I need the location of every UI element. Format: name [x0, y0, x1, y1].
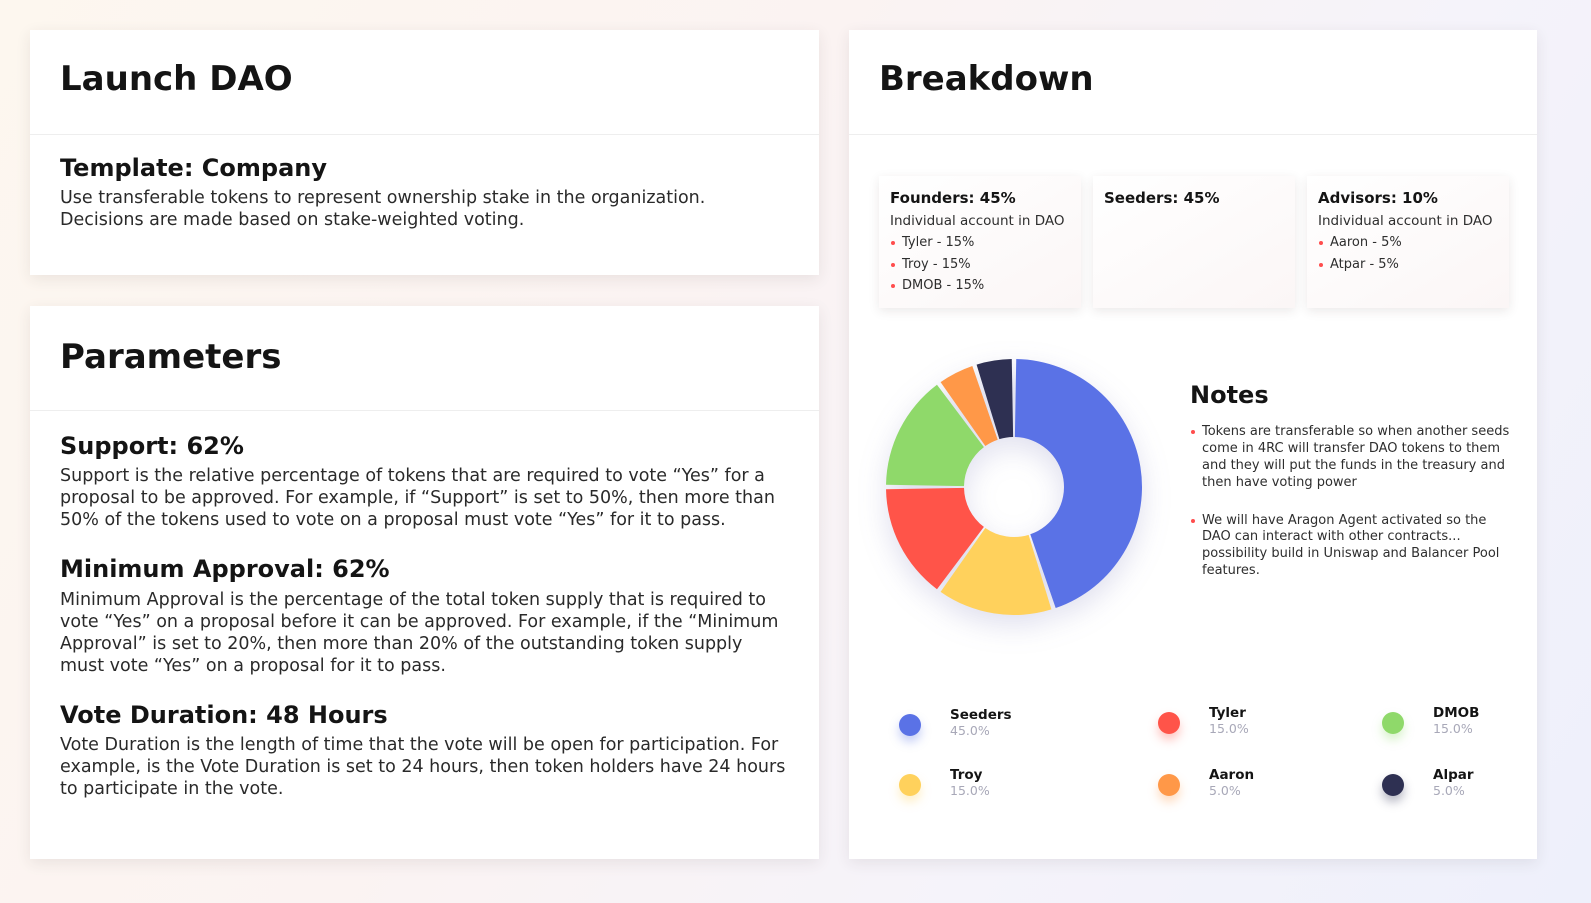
param-vote-duration: Vote Duration: 48 Hours Vote Duration is…	[60, 700, 789, 800]
allocation-item-label: Tyler - 15%	[902, 235, 975, 250]
allocation-item-label: Atpar - 5%	[1330, 256, 1399, 272]
allocation-list: Tyler - 15% Troy - 15% DMOB - 15%	[890, 232, 1070, 297]
param-support: Support: 62% Support is the relative per…	[60, 433, 789, 531]
legend-item-alpar: Alpar 5.0%	[1382, 766, 1562, 806]
param-title: Vote Duration: 48 Hours	[60, 700, 388, 729]
legend-value: 5.0%	[1433, 783, 1465, 798]
param-description: Minimum Approval is the percentage of th…	[60, 589, 779, 676]
allocation-item: Aaron - 5%	[1318, 232, 1498, 254]
allocation-item-label: Troy - 15%	[902, 256, 971, 272]
legend-label: Seeders	[950, 707, 1012, 723]
legend-value: 45.0%	[950, 723, 990, 738]
legend-color-dot	[1382, 712, 1404, 734]
note-text: Tokens are transferable so when another …	[1202, 424, 1510, 490]
allocation-title: Seeders: 45%	[1104, 189, 1220, 207]
allocation-list: Aaron - 5% Atpar - 5%	[1318, 232, 1498, 275]
legend-item-aaron: Aaron 5.0%	[1158, 766, 1338, 806]
legend-label: Troy	[950, 767, 983, 783]
param-description: Vote Duration is the length of time that…	[60, 735, 786, 800]
bullet-icon	[891, 284, 895, 288]
bullet-icon	[1319, 241, 1323, 245]
note-item: Tokens are transferable so when another …	[1190, 424, 1510, 491]
allocation-card-founders: Founders: 45% Individual account in DAO …	[879, 176, 1081, 308]
allocation-card-advisors: Advisors: 10% Individual account in DAO …	[1307, 176, 1509, 308]
bullet-icon	[1319, 262, 1323, 267]
allocation-item-label: DMOB - 15%	[902, 278, 985, 293]
legend-item-troy: Troy 15.0%	[899, 766, 1079, 806]
legend-color-dot	[899, 774, 921, 796]
legend-color-dot	[899, 714, 921, 736]
legend-value: 5.0%	[1209, 783, 1241, 798]
bullet-icon	[891, 262, 895, 267]
parameters-list: Support: 62% Support is the relative per…	[30, 411, 819, 800]
template-description: Use transferable tokens to represent own…	[60, 188, 706, 231]
param-title: Minimum Approval: 62%	[60, 555, 390, 584]
param-description: Support is the relative percentage of to…	[60, 466, 775, 531]
donut-chart-svg	[886, 359, 1142, 615]
legend-value: 15.0%	[1209, 721, 1249, 736]
legend-color-dot	[1158, 774, 1180, 796]
template-section: Template: Company Use transferable token…	[30, 135, 819, 231]
breakdown-header: Breakdown	[849, 30, 1537, 135]
notes-title: Notes	[1190, 381, 1269, 409]
param-minimum-approval: Minimum Approval: 62% Minimum Approval i…	[60, 556, 789, 676]
allocation-item-label: Aaron - 5%	[1330, 235, 1402, 250]
param-title: Support: 62%	[60, 432, 244, 460]
legend-label: Aaron	[1209, 767, 1255, 783]
breakdown-title: Breakdown	[879, 59, 1094, 99]
legend-label: Tyler	[1209, 705, 1246, 721]
note-text: We will have Aragon Agent activated so t…	[1202, 512, 1500, 578]
legend-value: 15.0%	[1433, 721, 1473, 736]
legend-color-dot	[1158, 712, 1180, 734]
launch-dao-header: Launch DAO	[30, 30, 819, 135]
allocation-title: Founders: 45%	[890, 189, 1016, 207]
template-title: Template: Company	[60, 154, 327, 182]
legend-value: 15.0%	[950, 783, 990, 798]
note-item: We will have Aragon Agent activated so t…	[1190, 513, 1510, 580]
allocation-subtitle: Individual account in DAO	[1318, 213, 1493, 229]
notes-section: Notes Tokens are transferable so when an…	[1190, 382, 1510, 601]
legend-item-dmob: DMOB 15.0%	[1382, 704, 1562, 744]
legend-color-dot	[1382, 774, 1404, 796]
legend-label: Alpar	[1433, 767, 1474, 783]
allocation-card-seeders: Seeders: 45%	[1093, 176, 1295, 308]
legend-item-seeders: Seeders 45.0%	[899, 706, 1079, 746]
breakdown-card: Breakdown Founders: 45% Individual accou…	[849, 30, 1537, 859]
donut-chart	[879, 352, 1149, 622]
parameters-header: Parameters	[30, 306, 819, 411]
allocation-item: Tyler - 15%	[890, 232, 1070, 254]
bullet-icon	[1191, 430, 1195, 435]
allocation-item: DMOB - 15%	[890, 275, 1070, 297]
allocation-item: Troy - 15%	[890, 254, 1070, 276]
allocation-subtitle: Individual account in DAO	[890, 213, 1065, 229]
legend-label: DMOB	[1433, 705, 1480, 721]
bullet-icon	[1191, 518, 1195, 523]
launch-dao-card: Launch DAO Template: Company Use transfe…	[30, 30, 819, 275]
parameters-card: Parameters Support: 62% Support is the r…	[30, 306, 819, 859]
legend-item-tyler: Tyler 15.0%	[1158, 704, 1338, 744]
allocation-title: Advisors: 10%	[1318, 189, 1438, 207]
launch-dao-title: Launch DAO	[60, 59, 293, 99]
parameters-title: Parameters	[60, 337, 282, 377]
bullet-icon	[891, 241, 895, 245]
allocation-item: Atpar - 5%	[1318, 254, 1498, 276]
